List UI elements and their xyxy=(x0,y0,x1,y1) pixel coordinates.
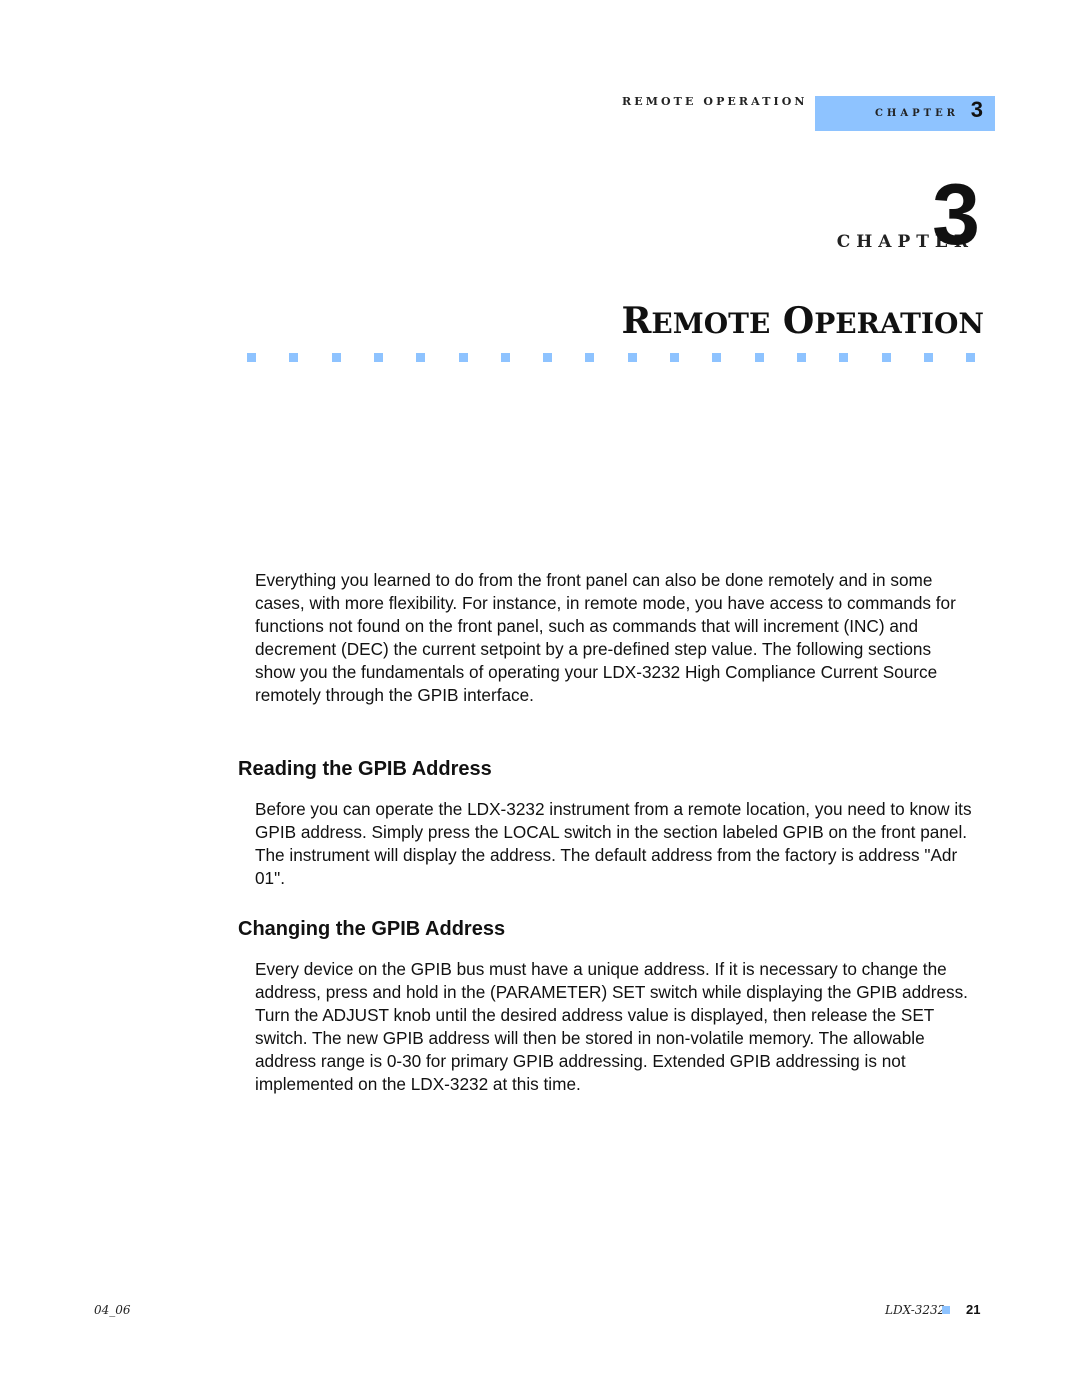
running-head: REMOTE OPERATION xyxy=(622,95,808,108)
title-rest-2: PERATION xyxy=(814,307,984,340)
chapter-tab-number: 3 xyxy=(970,97,983,122)
decorative-square xyxy=(585,353,595,362)
decorative-square xyxy=(458,353,468,362)
decorative-square-row xyxy=(247,353,982,363)
decorative-square xyxy=(881,353,891,362)
decorative-square xyxy=(500,353,510,362)
decorative-square xyxy=(966,353,976,362)
title-initial-1: R xyxy=(621,300,652,342)
decorative-square xyxy=(627,353,637,362)
decorative-square xyxy=(923,353,933,362)
section-paragraph-changing: Every device on the GPIB bus must have a… xyxy=(255,959,968,1094)
footer-date-code: 04_06 xyxy=(94,1303,131,1317)
footer-product: LDX-3232 xyxy=(885,1303,946,1317)
decorative-square xyxy=(754,353,764,362)
decorative-square xyxy=(416,353,426,362)
decorative-square xyxy=(839,353,849,362)
decorative-square xyxy=(331,353,341,362)
title-initial-2: O xyxy=(782,300,815,342)
decorative-square xyxy=(373,353,383,362)
decorative-square xyxy=(796,353,806,362)
title-rest-1: EMOTE xyxy=(651,307,771,340)
decorative-square xyxy=(247,353,256,362)
chapter-tab-label: CHAPTER xyxy=(874,108,959,119)
chapter-number: 3 xyxy=(932,167,980,263)
decorative-square xyxy=(289,353,299,362)
section-paragraph-reading: Before you can operate the LDX-3232 inst… xyxy=(255,799,972,888)
section-heading-changing: Changing the GPIB Address xyxy=(238,918,506,940)
page-title: REMOTE OPERATION xyxy=(621,300,984,342)
footer-square-icon xyxy=(942,1306,950,1314)
intro-paragraph: Everything you learned to do from the fr… xyxy=(255,570,956,705)
section-heading-reading: Reading the GPIB Address xyxy=(238,758,492,780)
decorative-square xyxy=(712,353,722,362)
decorative-square xyxy=(543,353,553,362)
chapter-tab: CHAPTER 3 xyxy=(815,96,995,131)
page-number: 21 xyxy=(966,1302,981,1317)
decorative-square xyxy=(670,353,679,362)
